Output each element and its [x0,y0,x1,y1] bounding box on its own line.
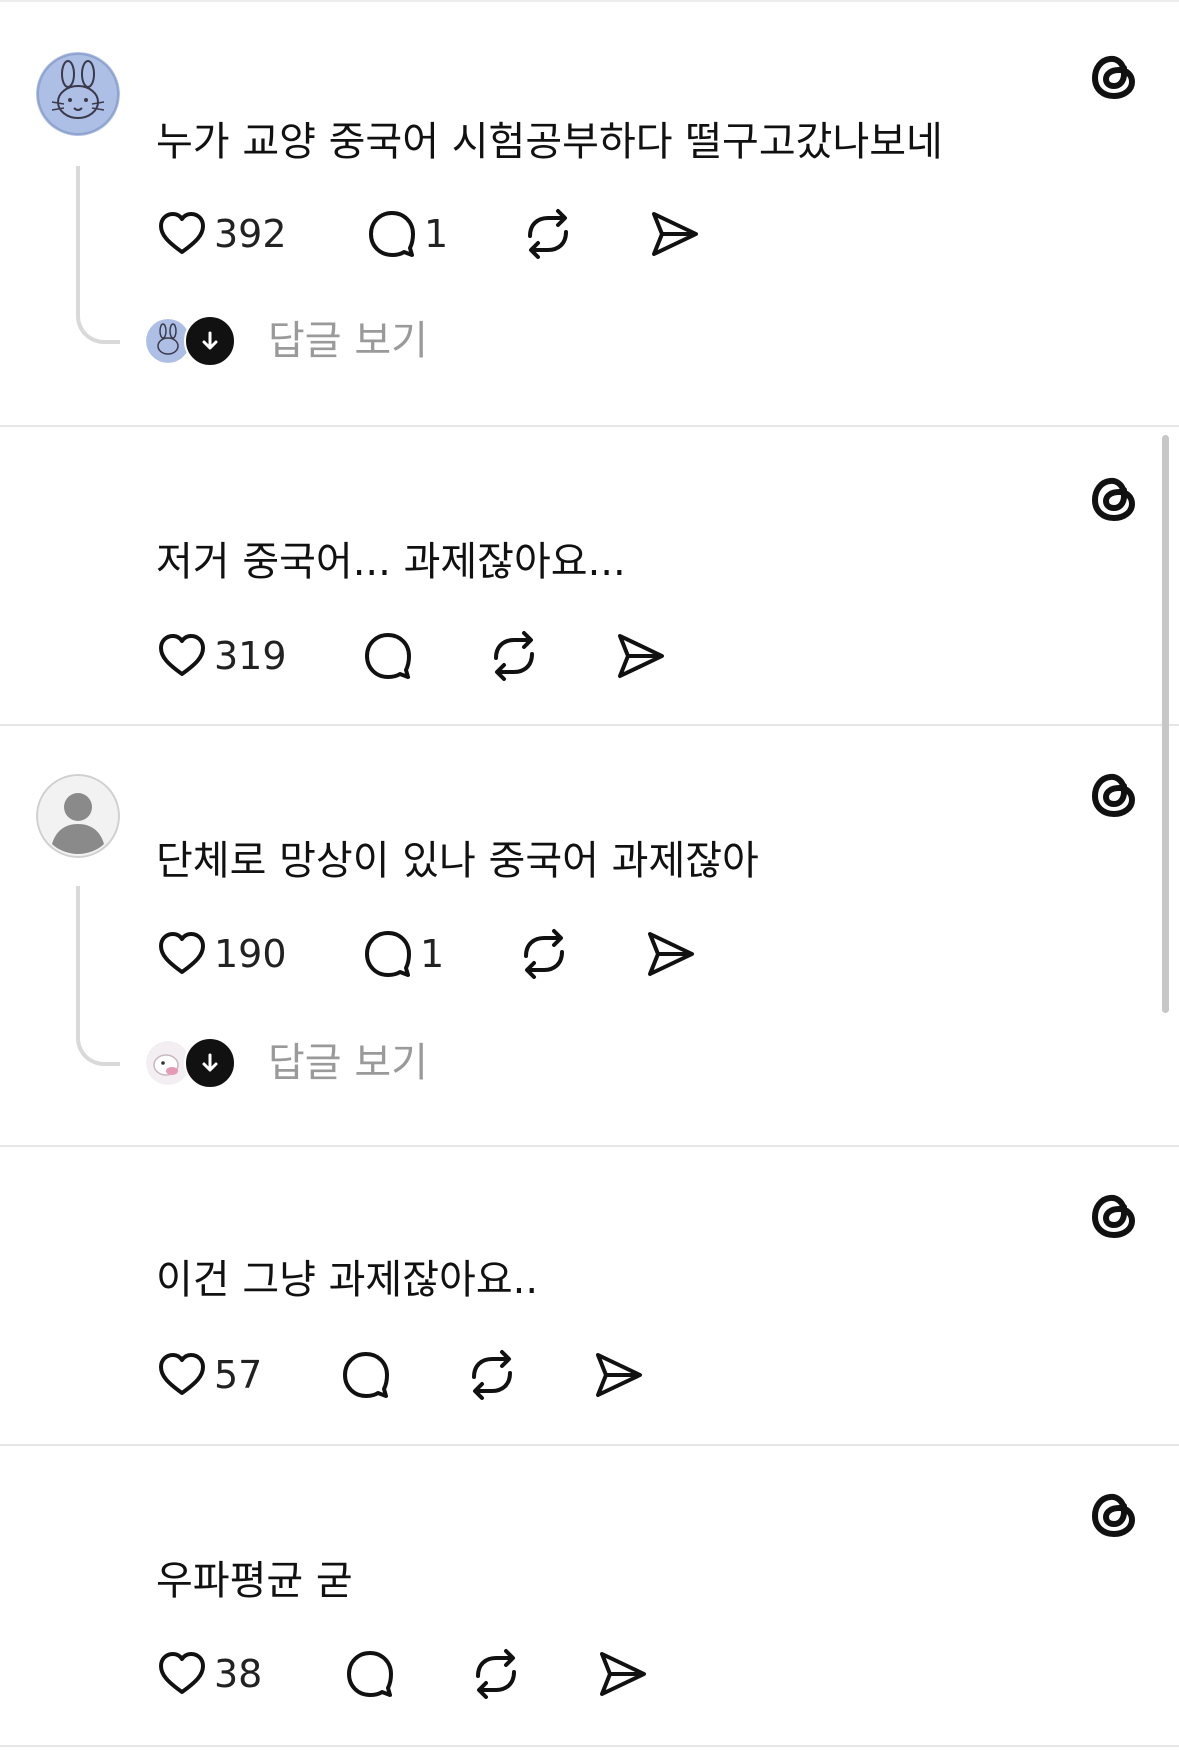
heart-icon [159,212,205,254]
repost-icon [494,631,534,681]
comment-bubble-icon [365,931,411,977]
arrow-down-icon [184,1037,236,1089]
heart-icon [159,634,205,676]
heart-icon [159,1652,205,1694]
like-count: 38 [214,1652,263,1696]
scrollbar[interactable] [1162,435,1169,1013]
repost-button[interactable] [464,1345,520,1405]
threads-logo-icon[interactable] [1086,48,1142,104]
send-icon [648,932,694,976]
like-button[interactable]: 392 [156,204,287,264]
comment-post: 단체로 망상이 있나 중국어 과제잖아 190 1 답글 보기 [0,726,1179,1147]
like-button[interactable]: 57 [156,1345,262,1405]
like-count: 392 [214,212,287,256]
comment-bubble-icon [365,633,411,679]
comment-button[interactable] [344,1644,396,1704]
default-user-avatar-image [36,774,120,858]
like-button[interactable]: 319 [156,626,287,686]
comment-button[interactable]: 1 [366,204,448,264]
comment-button[interactable] [340,1345,392,1405]
repost-icon [528,209,568,259]
like-count: 319 [214,634,287,678]
threads-logo-icon[interactable] [1086,1486,1142,1542]
repost-icon [472,1350,512,1400]
heart-icon [159,932,205,974]
share-button[interactable] [594,1644,650,1704]
threads-logo-icon[interactable] [1086,1187,1142,1243]
send-icon [600,1652,646,1696]
post-text: 단체로 망상이 있나 중국어 과제잖아 [156,838,759,884]
comment-bubble-icon [369,211,415,257]
view-replies-row[interactable]: 답글 보기 [144,1036,428,1090]
send-icon [596,1353,642,1397]
post-text: 저거 중국어... 과제잖아요... [156,539,626,585]
comment-count: 1 [424,212,449,256]
avatar[interactable] [36,774,120,858]
like-count: 57 [214,1353,263,1397]
comment-post: 이건 그냥 과제잖아요.. 57 [0,1147,1179,1446]
threads-logo-icon[interactable] [1086,470,1142,526]
thread-connector-line [76,886,120,1066]
share-button[interactable] [590,1345,646,1405]
post-text: 우파평균 굳 [156,1558,353,1604]
share-button[interactable] [642,924,698,984]
repost-button[interactable] [468,1644,524,1704]
repost-button[interactable] [516,924,572,984]
send-icon [652,212,698,256]
comment-post: 저거 중국어... 과제잖아요... 319 [0,427,1179,726]
post-text: 이건 그냥 과제잖아요.. [156,1257,539,1303]
send-icon [618,634,664,678]
arrow-down-icon [184,315,236,367]
comment-bubble-icon [347,1651,393,1697]
repost-icon [524,929,564,979]
post-text: 누가 교양 중국어 시험공부하다 떨구고갔나보네 [156,119,943,165]
repost-button[interactable] [520,204,576,264]
view-replies-label[interactable]: 답글 보기 [268,1036,428,1090]
like-button[interactable]: 190 [156,924,287,984]
share-button[interactable] [646,204,702,264]
view-replies-row[interactable]: 답글 보기 [144,314,428,368]
comment-button[interactable]: 1 [362,924,444,984]
like-count: 190 [214,932,287,976]
thread-feed: 누가 교양 중국어 시험공부하다 떨구고갔나보네 392 1 답글 보기 저거 … [0,0,1179,1751]
like-button[interactable]: 38 [156,1644,262,1704]
repost-icon [476,1649,516,1699]
heart-icon [159,1353,205,1395]
comment-button[interactable] [362,626,414,686]
comment-post: 누가 교양 중국어 시험공부하다 떨구고갔나보네 392 1 답글 보기 [0,0,1179,427]
view-replies-label[interactable]: 답글 보기 [268,314,428,368]
comment-count: 1 [420,932,445,976]
bunny-avatar-image [36,52,120,136]
comment-bubble-icon [343,1352,389,1398]
thread-connector-line [76,166,120,344]
repost-button[interactable] [486,626,542,686]
comment-post: 우파평균 굳 38 [0,1446,1179,1747]
threads-logo-icon[interactable] [1086,766,1142,822]
avatar[interactable] [36,52,120,136]
share-button[interactable] [612,626,668,686]
